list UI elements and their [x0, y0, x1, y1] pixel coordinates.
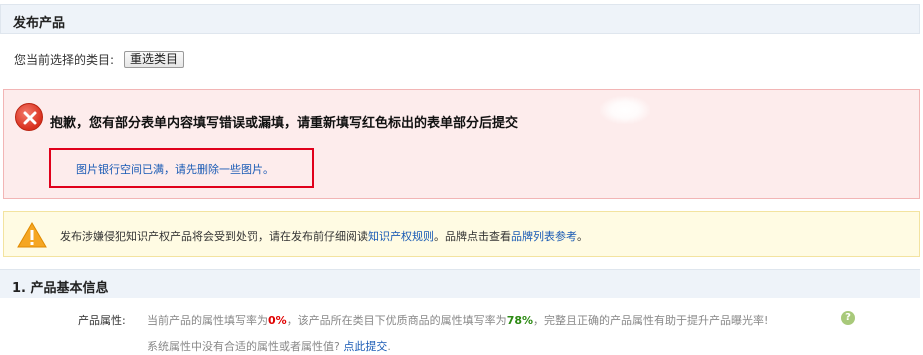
attr-line2-end: . [387, 340, 391, 353]
attribute-submit-line: 系统属性中没有合适的属性或者属性值? 点此提交. [147, 338, 391, 354]
attr-line2-text: 系统属性中没有合适的属性或者属性值? [147, 340, 340, 353]
publish-product-header: 发布产品 [0, 4, 920, 34]
attr-text-before: 当前产品的属性填写率为 [147, 314, 268, 327]
brand-list-link[interactable]: 品牌列表参考 [511, 230, 577, 243]
error-alert: 抱歉，您有部分表单内容填写错误或漏填，请重新填写红色标出的表单部分后提交 图片银… [3, 89, 920, 199]
quality-fill-rate: 78% [506, 314, 534, 327]
attr-text-after: ，完整且正确的产品属性有助于提升产品曝光率! [533, 314, 769, 327]
category-row: 您当前选择的类目: 重选类目 [14, 50, 185, 68]
current-fill-rate: 0% [268, 314, 287, 327]
smudge-overlay [600, 96, 650, 124]
ip-rules-link[interactable]: 知识产权规则 [368, 230, 434, 243]
reselect-category-button[interactable]: 重选类目 [124, 50, 185, 68]
error-x-icon [15, 103, 43, 131]
warning-text-after: 。 [577, 230, 588, 243]
section-title: 1. 产品基本信息 [12, 281, 109, 296]
help-question-icon[interactable]: ? [841, 311, 855, 325]
attr-text-middle: ，该产品所在类目下优质商品的属性填写率为 [286, 314, 507, 327]
warning-text: 发布涉嫌侵犯知识产权产品将会受到处罚，请在发布前仔细阅读知识产权规则。品牌点击查… [60, 228, 588, 244]
image-bank-full-link[interactable]: 图片银行空间已满，请先删除一些图片。 [76, 161, 274, 177]
ip-warning-notice: 发布涉嫌侵犯知识产权产品将会受到处罚，请在发布前仔细阅读知识产权规则。品牌点击查… [3, 211, 920, 257]
warning-text-before: 发布涉嫌侵犯知识产权产品将会受到处罚，请在发布前仔细阅读 [60, 230, 368, 243]
warning-text-middle: 。品牌点击查看 [434, 230, 511, 243]
basic-info-section-header: 1. 产品基本信息 [0, 269, 920, 298]
attribute-fill-rate-text: 当前产品的属性填写率为0%，该产品所在类目下优质商品的属性填写率为78%，完整且… [147, 312, 768, 328]
error-title: 抱歉，您有部分表单内容填写错误或漏填，请重新填写红色标出的表单部分后提交 [50, 116, 519, 131]
category-label: 您当前选择的类目: [14, 52, 115, 67]
product-attributes-label: 产品属性: [78, 314, 126, 327]
warning-triangle-icon [17, 222, 47, 251]
page-title: 发布产品 [13, 16, 66, 31]
submit-attribute-link[interactable]: 点此提交 [343, 340, 387, 353]
error-highlight-frame: 图片银行空间已满，请先删除一些图片。 [49, 148, 314, 188]
